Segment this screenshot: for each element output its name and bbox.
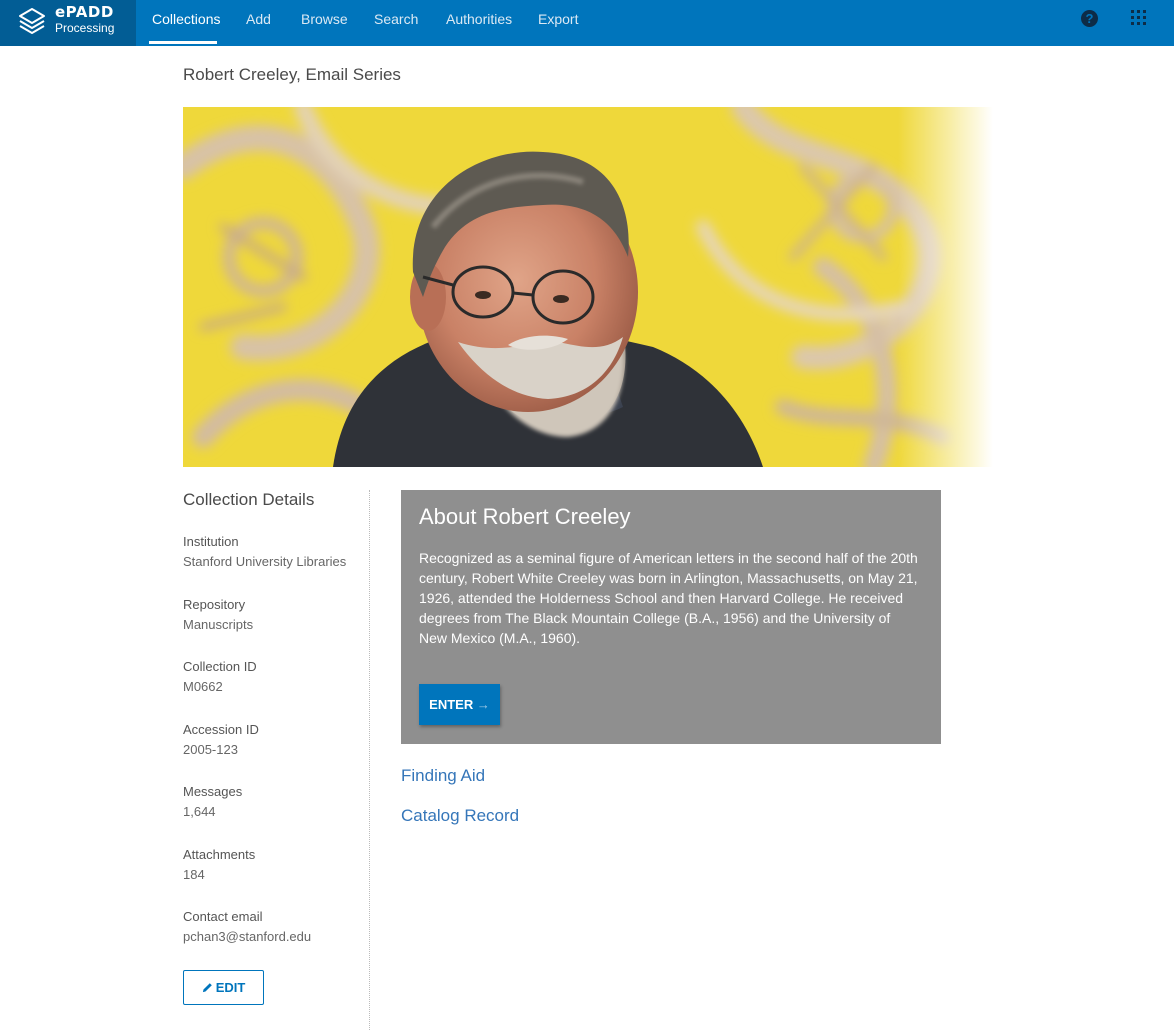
logo-wordmark: ePADD [55, 3, 114, 21]
finding-aid-link[interactable]: Finding Aid [401, 766, 485, 786]
about-description: Recognized as a seminal figure of Americ… [419, 550, 918, 646]
nav-search[interactable]: Search [374, 11, 418, 27]
page-title: Robert Creeley, Email Series [183, 65, 401, 84]
edit-button[interactable]: EDIT [183, 970, 264, 1005]
about-title: About Robert Creeley [419, 504, 631, 529]
enter-button[interactable]: ENTER → [419, 684, 500, 725]
help-icon[interactable]: ? [1081, 10, 1098, 27]
logo-subtitle: Processing [55, 21, 115, 35]
nav-browse[interactable]: Browse [301, 11, 348, 27]
institution-value: Stanford University Libraries [183, 554, 347, 569]
nav-active-indicator [149, 41, 217, 44]
stacked-layers-icon [19, 8, 45, 34]
edit-button-label: EDIT [215, 980, 246, 995]
repository-label: Repository [183, 597, 246, 612]
accession-id-value: 2005-123 [183, 742, 238, 757]
grid-apps-icon[interactable] [1131, 10, 1146, 25]
messages-label: Messages [183, 784, 243, 799]
institution-label: Institution [183, 534, 239, 549]
app-logo[interactable]: ePADD Processing [0, 0, 136, 46]
top-nav-bar: ePADD Processing Collections Add Browse … [0, 0, 1174, 46]
collection-details-heading: Collection Details [183, 490, 315, 509]
attachments-value: 184 [183, 867, 205, 882]
accession-id-label: Accession ID [183, 722, 259, 737]
nav-authorities[interactable]: Authorities [446, 11, 512, 27]
collection-id-label: Collection ID [183, 659, 257, 674]
nav-add[interactable]: Add [246, 11, 271, 27]
repository-value: Manuscripts [183, 617, 254, 632]
collection-id-value: M0662 [183, 679, 223, 694]
nav-collections[interactable]: Collections [152, 11, 220, 27]
collection-banner-image [183, 107, 993, 467]
enter-button-label: ENTER [429, 697, 474, 712]
about-panel: About Robert Creeley Recognized as a sem… [401, 490, 941, 744]
attachments-label: Attachments [183, 847, 256, 862]
contact-email-label: Contact email [183, 909, 263, 924]
messages-value: 1,644 [183, 804, 216, 819]
contact-email-value: pchan3@stanford.edu [183, 929, 312, 944]
nav-export[interactable]: Export [538, 11, 578, 27]
column-divider [369, 490, 370, 1030]
catalog-record-link[interactable]: Catalog Record [401, 806, 519, 826]
arrow-right-icon: → [476, 697, 490, 712]
pencil-icon [202, 983, 212, 993]
